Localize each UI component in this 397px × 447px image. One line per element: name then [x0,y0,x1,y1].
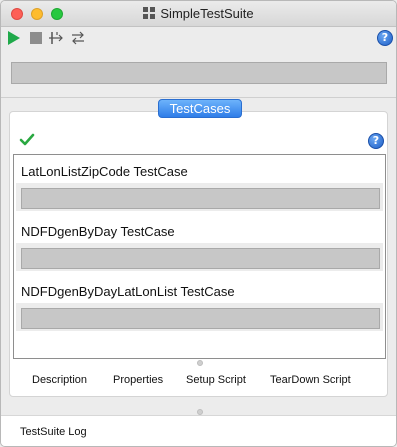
title-bar: SimpleTestSuite [1,1,396,27]
testcase-name: LatLonListZipCode TestCase [21,164,188,179]
test-suite-icon [143,7,156,19]
check-icon [19,133,35,146]
testcase-progress-bar [21,188,380,209]
testcase-progress-bar [21,308,380,329]
testcase-item[interactable]: NDFDgenByDay TestCase [14,215,385,273]
window-title-container: SimpleTestSuite [1,6,396,21]
help-icon[interactable]: ? [377,30,393,46]
tab-description[interactable]: Description [32,374,87,386]
testcase-item[interactable]: NDFDgenByDayLatLonList TestCase [14,275,385,333]
splitter-handle[interactable] [197,360,203,366]
testsuite-log-tab[interactable]: TestSuite Log [1,415,396,446]
testcases-tabs: Description Properties Setup Script Tear… [13,367,386,395]
add-testcase-icon[interactable] [48,30,64,46]
app-window: SimpleTestSuite ? TestCases ? LatLonList… [0,0,397,447]
stop-icon[interactable] [28,30,44,46]
suite-progress-bar [11,62,387,84]
swap-icon[interactable] [70,30,86,46]
testcase-name: NDFDgenByDayLatLonList TestCase [21,284,235,299]
tab-teardown-script[interactable]: TearDown Script [270,374,351,386]
testsuite-log-label: TestSuite Log [20,426,87,438]
tab-setup-script[interactable]: Setup Script [186,374,246,386]
testcase-list: LatLonListZipCode TestCase NDFDgenByDay … [13,154,386,359]
tab-properties[interactable]: Properties [113,374,163,386]
toolbar: ? [1,27,396,49]
window-title: SimpleTestSuite [160,6,254,21]
testcases-help-icon[interactable]: ? [368,133,384,149]
run-icon[interactable] [6,30,22,46]
testcase-item[interactable]: LatLonListZipCode TestCase [14,155,385,213]
testcases-toggle-button[interactable]: TestCases [158,99,242,118]
testcase-name: NDFDgenByDay TestCase [21,224,175,239]
testcase-progress-bar [21,248,380,269]
